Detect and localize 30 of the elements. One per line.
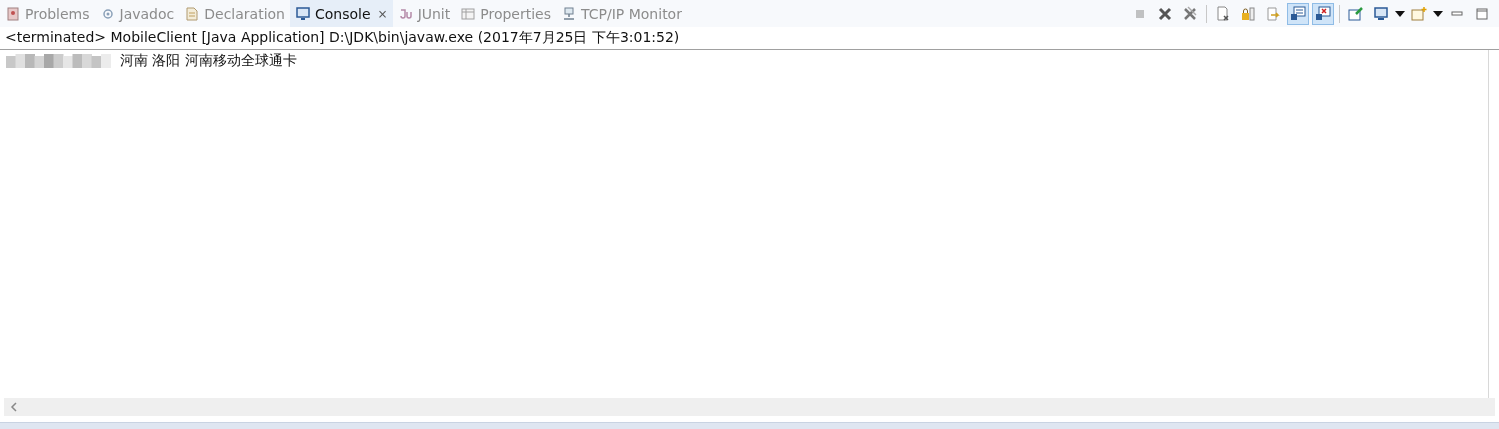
view-tab[interactable]: Javadoc (94, 0, 180, 27)
view-tab[interactable]: Declaration (179, 0, 290, 27)
console-output-line: 河南 洛阳 河南移动全球通卡 (120, 52, 297, 70)
maximize-icon (1474, 5, 1490, 22)
view-tab[interactable]: Console ⨯ (290, 0, 393, 27)
toolbar-button[interactable] (1287, 2, 1309, 25)
wrap-icon (1265, 5, 1281, 22)
new-window-icon (1411, 5, 1427, 22)
console-header: <terminated> MobileClient [Java Application] D:\JDK\bin\javaw.exe (2017年7月25日 下午3:01:52) (0, 27, 1499, 50)
clear-icon (1215, 5, 1231, 22)
error-chat-icon (1315, 5, 1331, 22)
document-icon (184, 5, 201, 22)
close-all-icon (1182, 5, 1198, 22)
toolbar-button[interactable] (1312, 2, 1334, 25)
lock-icon (1240, 5, 1256, 22)
monitor-icon (1373, 5, 1389, 22)
view-tab[interactable]: TCP/IP Monitor (556, 0, 687, 27)
table-icon (460, 5, 477, 22)
view-tab[interactable]: Problems (0, 0, 95, 27)
monitor-icon (295, 5, 311, 22)
pin-icon (1348, 5, 1364, 22)
dropdown-icon[interactable] (1395, 10, 1405, 17)
close-icon (1157, 5, 1173, 22)
dropdown-icon[interactable] (1433, 10, 1443, 17)
horizontal-scrollbar[interactable] (4, 398, 1495, 416)
close-icon[interactable]: ⨯ (377, 6, 388, 21)
problems-icon (5, 5, 21, 22)
view-tab[interactable]: Properties (455, 0, 557, 27)
chat-icon (1290, 5, 1306, 22)
view-tab[interactable]: JUnit (392, 0, 456, 27)
